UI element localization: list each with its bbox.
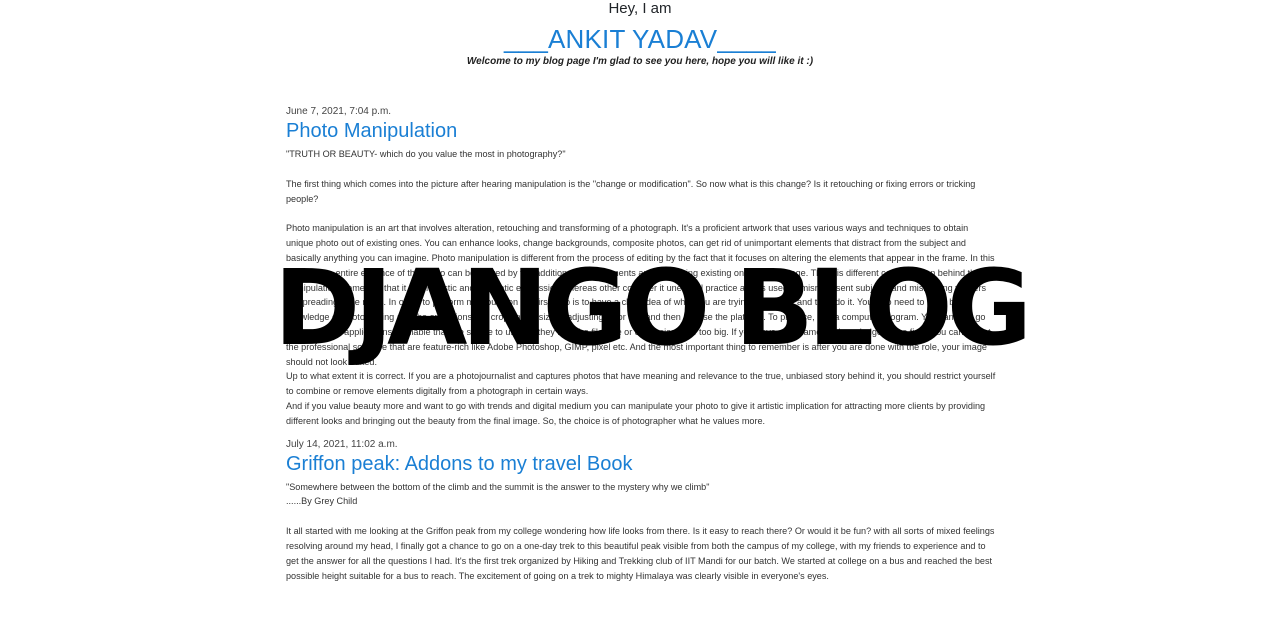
post-item: July 14, 2021, 11:02 a.m. Griffon peak: … xyxy=(286,438,996,584)
post-date: June 7, 2021, 7:04 p.m. xyxy=(286,106,392,117)
post-paragraph: Up to what extent it is correct. If you … xyxy=(286,371,996,397)
greeting-text: Hey, I am xyxy=(608,0,672,17)
post-paragraph: And if you value beauty more and want to… xyxy=(286,400,986,426)
post-paragraph: "TRUTH OR BEAUTY- which do you value the… xyxy=(286,149,566,159)
blog-page: Hey, I am ___ANKIT YADAV____ Welcome to … xyxy=(0,0,1280,627)
post-body: "Somewhere between the bottom of the cli… xyxy=(286,480,996,584)
post-title-link[interactable]: Photo Manipulation xyxy=(286,118,996,144)
django-blog-overlay-title: DJANGO BLOG xyxy=(273,247,1032,369)
post-title-link[interactable]: Griffon peak: Addons to my travel Book xyxy=(286,451,996,477)
post-paragraph: "Somewhere between the bottom of the cli… xyxy=(286,481,710,492)
blog-header: Hey, I am ___ANKIT YADAV____ Welcome to … xyxy=(0,0,1280,68)
tagline-text: Welcome to my blog page I'm glad to see … xyxy=(466,56,814,67)
post-paragraph: ......By Grey Child xyxy=(286,496,358,507)
post-paragraph: The first thing which comes into the pic… xyxy=(286,178,976,204)
post-paragraph: It all started with me looking at the Gr… xyxy=(286,526,995,581)
author-name-link[interactable]: ___ANKIT YADAV____ xyxy=(0,24,1280,54)
post-date: July 14, 2021, 11:02 a.m. xyxy=(286,438,398,450)
